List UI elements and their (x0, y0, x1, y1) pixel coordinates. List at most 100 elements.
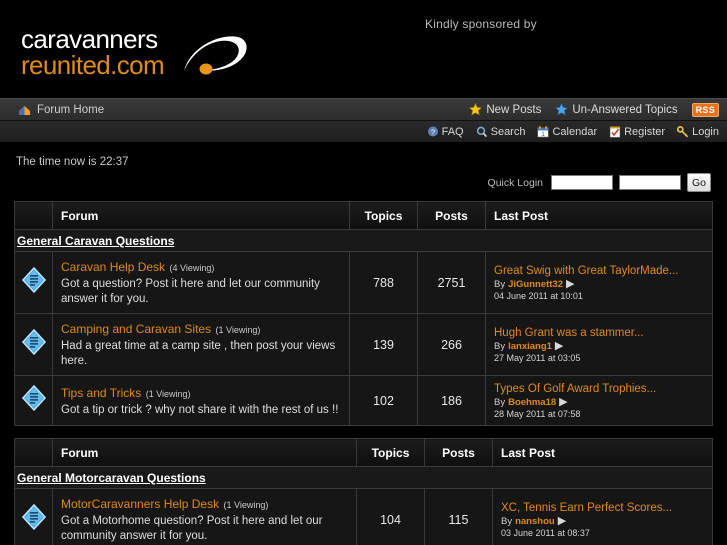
forum-name-link[interactable]: MotorCaravanners Help Desk (61, 497, 219, 511)
site-banner: Kindly sponsored by caravanners reunited… (0, 0, 727, 98)
question-balloon-icon: ? (427, 126, 438, 136)
nav-unanswered-topics-label: Un-Answered Topics (572, 103, 678, 116)
last-post-author-line: By Boehma18 ▶ (494, 397, 704, 409)
nav-faq-label: FAQ (441, 125, 464, 138)
site-logo[interactable]: caravanners reunited.com (21, 26, 165, 80)
goto-last-post-arrow-icon[interactable]: ▶ (559, 397, 567, 408)
forum-icon-cell (14, 313, 53, 376)
nav-calendar[interactable]: 1 Calendar (537, 126, 597, 138)
forum-viewing-count: (4 Viewing) (169, 263, 215, 273)
swoosh-orbit-logo-icon (184, 36, 247, 75)
key-icon (677, 125, 689, 137)
section-title[interactable]: General Caravan Questions (17, 234, 174, 248)
checklist-icon (610, 126, 621, 137)
last-post-by-label: By (494, 279, 506, 290)
nav-login[interactable]: Login (677, 126, 719, 138)
last-post-author-link[interactable]: lanxiang1 (508, 341, 552, 352)
table-row: MotorCaravanners Help Desk (1 Viewing) G… (14, 488, 713, 545)
header-icon-cell (14, 201, 53, 230)
nav-login-label: Login (692, 125, 719, 138)
last-post-by-label: By (494, 341, 506, 352)
table-row: Camping and Caravan Sites (1 Viewing) Ha… (14, 313, 713, 376)
forum-gem-icon (21, 384, 46, 412)
section-header-row: General Motorcaravan Questions (14, 466, 713, 489)
last-post-author-link[interactable]: nanshou (515, 516, 555, 527)
forum-gem-icon (21, 266, 46, 294)
last-post-author-link[interactable]: Boehma18 (508, 397, 556, 408)
forum-viewing-count: (1 Viewing) (223, 500, 269, 510)
posts-count: 266 (417, 313, 486, 376)
nav-new-posts[interactable]: New Posts (469, 103, 541, 116)
topics-count: 788 (349, 251, 418, 314)
nav-forum-home[interactable]: Forum Home (0, 104, 104, 116)
forum-info-cell: Caravan Help Desk (4 Viewing) Got a ques… (52, 251, 350, 314)
quick-login-username-input[interactable] (551, 175, 613, 190)
last-post-author-line: By nanshou ▶ (501, 516, 704, 528)
quick-login-password-input[interactable] (619, 175, 681, 190)
header-last-post: Last Post (485, 201, 713, 230)
nav-unanswered-topics[interactable]: Un-Answered Topics (555, 103, 678, 116)
forum-description: Got a Motorhome question? Post it here a… (61, 515, 323, 542)
posts-count: 2751 (417, 251, 486, 314)
table-row: Tips and Tricks (1 Viewing) Got a tip or… (14, 375, 713, 426)
section-title[interactable]: General Motorcaravan Questions (17, 471, 206, 485)
topics-count: 102 (349, 375, 418, 426)
forum-icon-cell (14, 375, 53, 426)
navigation: Forum Home New Posts Un-Answered Topics … (0, 98, 727, 143)
last-post-by-label: By (501, 516, 513, 527)
section-header-cell: General Caravan Questions (14, 229, 713, 252)
svg-text:?: ? (431, 127, 435, 136)
topics-count: 139 (349, 313, 418, 376)
table-header-row: Forum Topics Posts Last Post (14, 201, 713, 230)
forum-description: Had a great time at a camp site , then p… (61, 340, 336, 367)
header-icon-cell (14, 438, 53, 467)
goto-last-post-arrow-icon[interactable]: ▶ (555, 341, 563, 352)
magnifier-icon (476, 126, 487, 137)
forum-icon-cell (14, 251, 53, 314)
posts-count: 186 (417, 375, 486, 426)
last-post-date: 03 June 2011 at 08:37 (501, 528, 590, 538)
forum-description: Got a tip or trick ? why not share it wi… (61, 403, 339, 416)
quick-login-form: Quick Login Go (488, 173, 711, 192)
last-post-by-label: By (494, 397, 506, 408)
quick-login-go-button[interactable]: Go (687, 173, 711, 192)
header-topics: Topics (349, 201, 418, 230)
goto-last-post-arrow-icon[interactable]: ▶ (558, 516, 566, 527)
forum-viewing-count: (1 Viewing) (145, 388, 191, 399)
forum-name-link[interactable]: Tips and Tricks (61, 386, 141, 400)
table-header-row: Forum Topics Posts Last Post (14, 438, 713, 467)
nav-calendar-label: Calendar (552, 125, 598, 138)
calendar-icon: 1 (537, 125, 550, 138)
nav-faq[interactable]: ? FAQ (427, 126, 464, 138)
topics-count: 104 (356, 488, 425, 545)
nav-forum-home-label: Forum Home (37, 103, 105, 116)
forum-gem-icon (21, 503, 46, 531)
forum-table-motorcaravan: Forum Topics Posts Last Post General Mot… (14, 438, 713, 545)
last-post-cell: Types Of Golf Award Trophies... By Boehm… (485, 375, 713, 426)
header-topics: Topics (356, 438, 425, 467)
last-post-author-link[interactable]: JiGunnett32 (508, 279, 563, 290)
logo-line-2: reunited.com (21, 50, 165, 80)
forum-name-link[interactable]: Camping and Caravan Sites (61, 322, 211, 336)
last-post-title-link[interactable]: Great Swig with Great TaylorMade... (494, 264, 704, 278)
star-blue-icon (555, 103, 569, 116)
nav-primary-bar: Forum Home New Posts Un-Answered Topics … (0, 98, 727, 121)
sponsor-text: Kindly sponsored by (425, 17, 537, 31)
forum-page: Kindly sponsored by caravanners reunited… (0, 0, 727, 545)
rss-badge[interactable]: RSS (691, 102, 719, 117)
section-header-cell: General Motorcaravan Questions (14, 466, 713, 489)
nav-search[interactable]: Search (476, 126, 525, 138)
nav-register[interactable]: Register (609, 126, 665, 138)
last-post-title-link[interactable]: XC, Tennis Earn Perfect Scores... (501, 501, 704, 515)
forum-icon-cell (14, 488, 53, 545)
house-icon (19, 105, 30, 115)
header-last-post: Last Post (492, 438, 713, 467)
last-post-title-link[interactable]: Hugh Grant was a stammer... (494, 326, 704, 340)
last-post-title-link[interactable]: Types Of Golf Award Trophies... (494, 382, 704, 396)
nav-secondary-bar: ? FAQ Search 1 Calendar Register Login (0, 121, 727, 143)
goto-last-post-arrow-icon[interactable]: ▶ (566, 279, 574, 290)
forum-name-link[interactable]: Caravan Help Desk (61, 260, 165, 274)
forum-description: Got a question? Post it here and let our… (61, 278, 320, 305)
current-time-text: The time now is 22:37 (16, 156, 129, 168)
last-post-author-line: By lanxiang1 ▶ (494, 341, 704, 353)
